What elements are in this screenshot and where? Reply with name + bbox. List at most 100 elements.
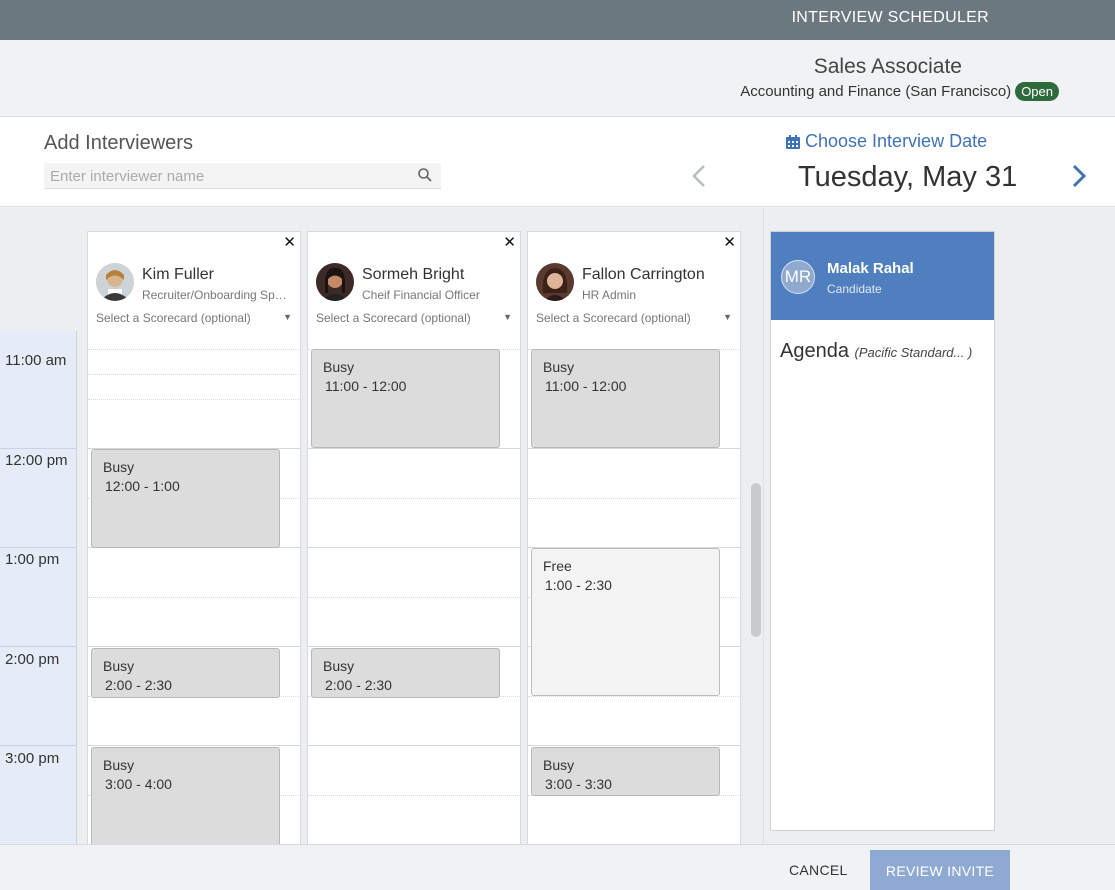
block-time: 3:00 - 3:30	[545, 776, 612, 792]
block-status: Busy	[323, 359, 355, 375]
block-time: 2:00 - 2:30	[105, 677, 172, 693]
availability-block[interactable]: Free 1:00 - 2:30	[531, 548, 720, 696]
grid-line	[88, 745, 300, 746]
remove-interviewer-icon[interactable]: ✕	[503, 233, 516, 251]
chevron-left-icon[interactable]	[688, 159, 710, 193]
hour-divider	[0, 646, 77, 647]
grid-line	[88, 646, 300, 647]
scorecard-select[interactable]: Select a Scorecard (optional)	[316, 311, 471, 325]
remove-interviewer-icon[interactable]: ✕	[723, 233, 736, 251]
grid-line	[308, 795, 520, 796]
agenda-timezone: (Pacific Standard... )	[854, 345, 973, 360]
chevron-right-icon[interactable]	[1068, 159, 1090, 193]
grid-line	[88, 349, 300, 350]
interviewer-name: Sormeh Bright	[362, 266, 465, 283]
grid-line	[308, 547, 520, 548]
candidate-name: Malak Rahal	[827, 260, 914, 277]
time-grid: Busy 11:00 - 12:00 Busy 2:00 - 2:30	[308, 332, 520, 844]
block-time: 3:00 - 4:00	[105, 776, 172, 792]
block-status: Free	[543, 558, 572, 574]
block-time: 11:00 - 12:00	[325, 378, 407, 394]
time-column: 11:00 am 12:00 pm 1:00 pm 2:00 pm 3:00 p…	[0, 331, 77, 844]
vertical-scrollbar[interactable]	[751, 483, 761, 637]
scorecard-select[interactable]: Select a Scorecard (optional)	[536, 311, 691, 325]
hour-divider	[0, 745, 77, 746]
grid-line	[308, 498, 520, 499]
cancel-button[interactable]: CANCEL	[789, 862, 848, 878]
block-time: 12:00 - 1:00	[105, 478, 180, 494]
interviewer-column-kim-fuller: ✕ Kim Fuller Recruiter/Onboarding Specia…	[87, 231, 301, 844]
block-status: Busy	[103, 658, 135, 674]
time-grid: Busy 11:00 - 12:00 Free 1:00 - 2:30 Busy…	[528, 332, 740, 844]
footer-bar: CANCEL REVIEW INVITE	[0, 844, 1115, 890]
interviewer-role: Recruiter/Onboarding Specialist	[142, 288, 292, 302]
grid-line	[528, 448, 740, 449]
app-header: INTERVIEW SCHEDULER	[0, 0, 1115, 40]
avatar: MR	[781, 260, 815, 294]
interviewer-column-fallon-carrington: ✕ Fallon Carrington HR Admin Select a Sc…	[527, 231, 741, 844]
time-label: 12:00 pm	[5, 452, 68, 469]
hour-divider	[0, 448, 77, 449]
job-subtitle: Accounting and Finance (San Francisco) O…	[740, 82, 1059, 101]
job-summary: Sales Associate Accounting and Finance (…	[0, 40, 1115, 117]
hour-divider	[0, 547, 77, 548]
avatar	[536, 263, 574, 301]
time-label: 1:00 pm	[5, 551, 60, 568]
add-interviewers-heading: Add Interviewers	[44, 132, 193, 154]
block-time: 11:00 - 12:00	[545, 378, 627, 394]
caret-down-icon[interactable]: ▼	[283, 312, 292, 322]
interviewer-role: Cheif Financial Officer	[362, 288, 480, 302]
agenda-label: Agenda	[780, 340, 849, 362]
block-status: Busy	[543, 757, 575, 773]
interviewer-column-sormeh-bright: ✕ Sormeh Bright Cheif Financial Officer …	[307, 231, 521, 844]
interviewer-search-input[interactable]	[44, 163, 404, 189]
interviewer-name: Fallon Carrington	[582, 266, 705, 283]
choose-date-link[interactable]: Choose Interview Date	[785, 131, 987, 152]
status-badge: Open	[1015, 82, 1059, 101]
availability-block[interactable]: Busy 2:00 - 2:30	[311, 648, 500, 698]
interviewer-name: Kim Fuller	[142, 266, 215, 283]
caret-down-icon[interactable]: ▼	[723, 312, 732, 322]
availability-block[interactable]: Busy 11:00 - 12:00	[531, 349, 720, 448]
availability-block[interactable]: Busy 3:00 - 3:30	[531, 747, 720, 796]
avatar	[96, 263, 134, 301]
grid-line	[308, 448, 520, 449]
grid-line	[308, 646, 520, 647]
remove-interviewer-icon[interactable]: ✕	[283, 233, 296, 251]
availability-block[interactable]: Busy 11:00 - 12:00	[311, 349, 500, 448]
review-invite-button[interactable]: REVIEW INVITE	[870, 850, 1010, 890]
block-status: Busy	[323, 658, 355, 674]
candidate-role: Candidate	[827, 282, 882, 296]
job-title: Sales Associate	[813, 55, 962, 78]
grid-line	[88, 399, 300, 400]
availability-block[interactable]: Busy 2:00 - 2:30	[91, 648, 280, 698]
time-label: 3:00 pm	[5, 750, 60, 767]
time-label: 2:00 pm	[5, 651, 60, 668]
job-department: Accounting and Finance (San Francisco)	[740, 83, 1012, 100]
grid-line	[528, 745, 740, 746]
caret-down-icon[interactable]: ▼	[503, 312, 512, 322]
grid-line	[528, 696, 740, 697]
availability-block[interactable]: Busy 3:00 - 4:00	[91, 747, 280, 844]
candidate-header: MR Malak Rahal Candidate	[771, 232, 994, 320]
interviewer-role: HR Admin	[582, 288, 637, 302]
candidate-card: MR Malak Rahal Candidate Agenda (Pacific…	[770, 231, 995, 831]
block-time: 1:00 - 2:30	[545, 577, 612, 593]
grid-line	[308, 597, 520, 598]
choose-date-label: Choose Interview Date	[805, 131, 988, 151]
scorecard-select[interactable]: Select a Scorecard (optional)	[96, 311, 251, 325]
grid-line	[88, 374, 300, 375]
availability-block[interactable]: Busy 12:00 - 1:00	[91, 449, 280, 548]
block-time: 2:00 - 2:30	[325, 677, 392, 693]
agenda-heading: Agenda (Pacific Standard... )	[780, 340, 972, 363]
grid-line	[88, 597, 300, 598]
search-icon[interactable]	[417, 167, 433, 183]
current-date: Tuesday, May 31	[798, 161, 1018, 193]
scheduler-controls: Add Interviewers Choose Interview Date T…	[0, 117, 1115, 207]
calendar-icon	[786, 134, 800, 149]
app-title: INTERVIEW SCHEDULER	[791, 9, 989, 26]
grid-line	[528, 498, 740, 499]
schedule-area: 11:00 am 12:00 pm 1:00 pm 2:00 pm 3:00 p…	[0, 208, 1115, 844]
block-status: Busy	[103, 459, 135, 475]
time-label: 11:00 am	[5, 352, 67, 369]
